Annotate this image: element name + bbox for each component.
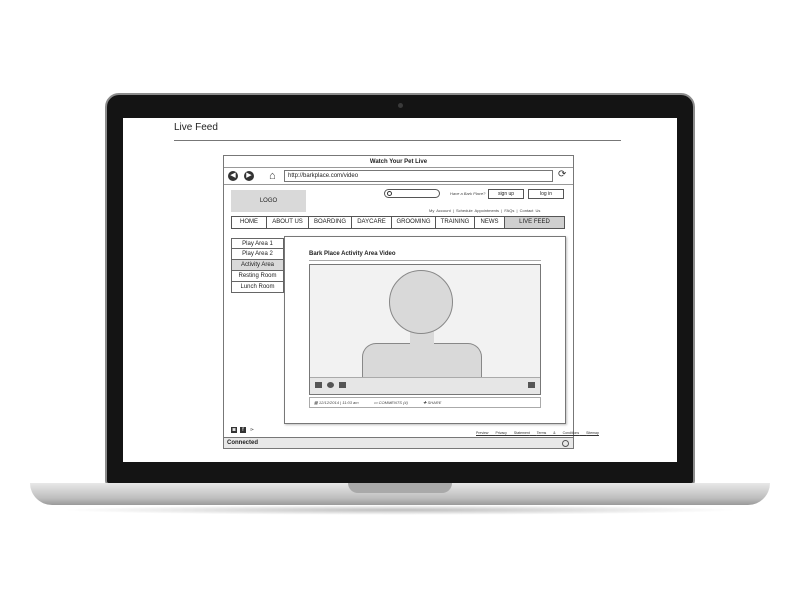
fullscreen-icon[interactable]	[339, 382, 346, 388]
nav-home[interactable]: HOME	[232, 217, 267, 228]
status-bar: Connected	[224, 437, 573, 448]
footer-links: Preview Privacy Statement Terms & Condit…	[476, 431, 599, 435]
side-item-lunch-room[interactable]: Lunch Room	[231, 282, 284, 293]
separator: |	[516, 208, 518, 213]
connection-status: Connected	[227, 440, 259, 446]
side-item-play-area-2[interactable]: Play Area 2	[231, 249, 284, 260]
footer-link-preview[interactable]: Preview	[476, 431, 488, 435]
side-item-resting-room[interactable]: Resting Room	[231, 271, 284, 282]
search-icon	[387, 191, 392, 196]
nav-live-feed[interactable]: LIVE FEED	[505, 217, 564, 228]
footer-link-sitemap[interactable]: Sitemap	[586, 431, 599, 435]
laptop-notch	[348, 483, 452, 493]
main-nav: HOME ABOUT US BOARDING DAYCARE GROOMING …	[231, 216, 565, 229]
my-account-link[interactable]: My Account	[429, 208, 451, 213]
sign-up-button[interactable]: sign up	[488, 189, 524, 199]
share-icon: ✚	[423, 400, 427, 405]
footer-link-terms[interactable]: Terms & Conditions	[537, 431, 579, 435]
home-icon[interactable]: ⌂	[269, 170, 276, 182]
side-item-activity-area[interactable]: Activity Area	[231, 260, 284, 271]
faqs-link[interactable]: FAQs	[504, 208, 514, 213]
refresh-icon[interactable]: ⟳	[558, 169, 566, 180]
title-divider	[174, 140, 621, 141]
nav-about-us[interactable]: ABOUT US	[267, 217, 309, 228]
footer-link-privacy[interactable]: Privacy Statement	[495, 431, 529, 435]
browser-window: Watch Your Pet Live ◀ ▶ ⌂ http://barkpla…	[223, 155, 599, 449]
webcam	[398, 103, 403, 108]
nav-grooming[interactable]: GROOMING	[392, 217, 436, 228]
url-bar[interactable]: http://barkplace.com/video	[284, 170, 553, 182]
forward-icon[interactable]: ▶	[244, 171, 254, 181]
member-prompt: Have a Bark Place?	[450, 191, 486, 196]
rewind-icon[interactable]	[315, 382, 322, 388]
area-list: Play Area 1 Play Area 2 Activity Area Re…	[231, 238, 284, 293]
log-in-button[interactable]: log in	[528, 189, 564, 199]
laptop-shadow	[60, 505, 740, 515]
nav-news[interactable]: NEWS	[475, 217, 505, 228]
separator: |	[452, 208, 454, 213]
laptop-screen: Live Feed Watch Your Pet Live ◀ ▶ ⌂ http…	[123, 118, 677, 462]
page-title: Live Feed	[174, 122, 218, 133]
share-alt-icon[interactable]: ⋗	[249, 427, 255, 433]
nav-boarding[interactable]: BOARDING	[309, 217, 352, 228]
nav-daycare[interactable]: DAYCARE	[352, 217, 392, 228]
window-title: Watch Your Pet Live	[224, 156, 573, 168]
video-player[interactable]	[309, 264, 541, 395]
comment-icon: ▭	[373, 400, 378, 405]
video-meta: ▦ 12/12/2014 | 11:03 am ▭ COMMENTS (4) ✚…	[309, 397, 541, 408]
player-controls	[310, 377, 540, 394]
video-panel: Bark Place Activity Area Video ▦ 12/12/2…	[284, 236, 566, 424]
schedule-link[interactable]: Schedule Appointments	[456, 208, 499, 213]
site-logo[interactable]: LOGO	[231, 190, 306, 212]
browser-toolbar: ◀ ▶ ⌂ http://barkplace.com/video ⟳	[224, 168, 573, 185]
nav-training[interactable]: TRAINING	[436, 217, 475, 228]
share-link[interactable]: SHARE	[428, 400, 442, 405]
person-placeholder-body	[362, 343, 482, 379]
video-title: Bark Place Activity Area Video	[309, 249, 541, 261]
rss-icon[interactable]: ◙	[231, 427, 237, 433]
utility-links: My Account | Schedule Appointments | FAQ…	[429, 208, 540, 213]
contact-link[interactable]: Contact Us	[520, 208, 541, 213]
search-input[interactable]	[384, 189, 440, 198]
back-icon[interactable]: ◀	[228, 171, 238, 181]
side-item-play-area-1[interactable]: Play Area 1	[231, 238, 284, 249]
separator: |	[501, 208, 503, 213]
comments-link[interactable]: COMMENTS (4)	[379, 400, 408, 405]
facebook-icon[interactable]: f	[240, 427, 246, 433]
volume-icon[interactable]	[528, 382, 535, 388]
play-icon[interactable]	[327, 382, 334, 388]
person-placeholder-head	[389, 270, 453, 334]
calendar-icon: ▦	[314, 400, 318, 405]
status-icon	[562, 440, 569, 447]
video-time: 11:03 am	[342, 400, 359, 405]
video-date: 12/12/2014	[318, 400, 339, 405]
